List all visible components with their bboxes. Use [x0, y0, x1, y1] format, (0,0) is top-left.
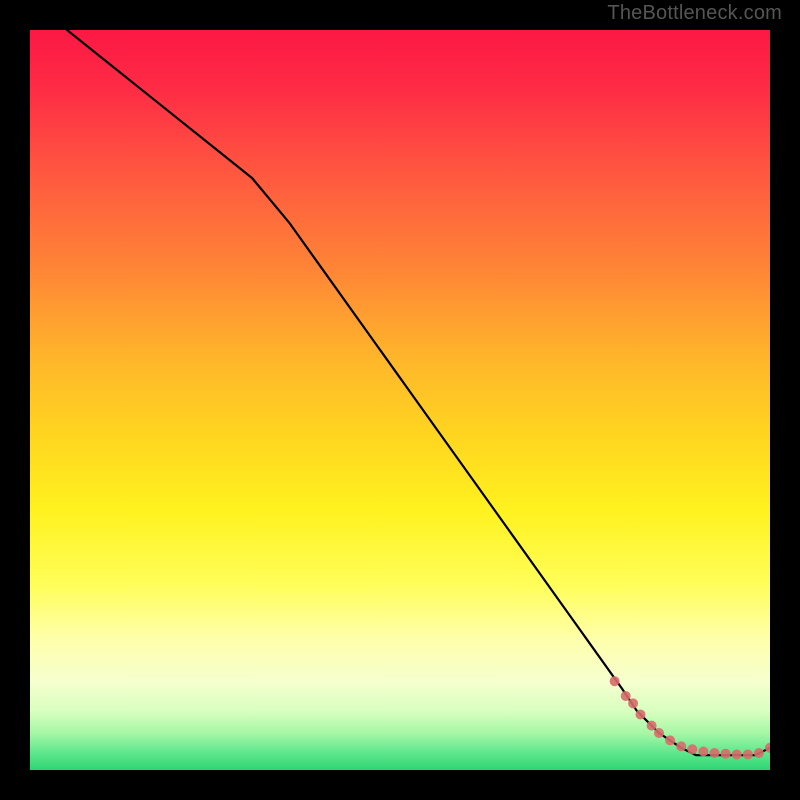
- chart-plot-area: [30, 30, 770, 770]
- chart-overlay: [30, 30, 770, 770]
- chart-scatter-points: [610, 676, 770, 759]
- chart-line-curve: [67, 30, 770, 755]
- watermark-text: TheBottleneck.com: [607, 2, 782, 25]
